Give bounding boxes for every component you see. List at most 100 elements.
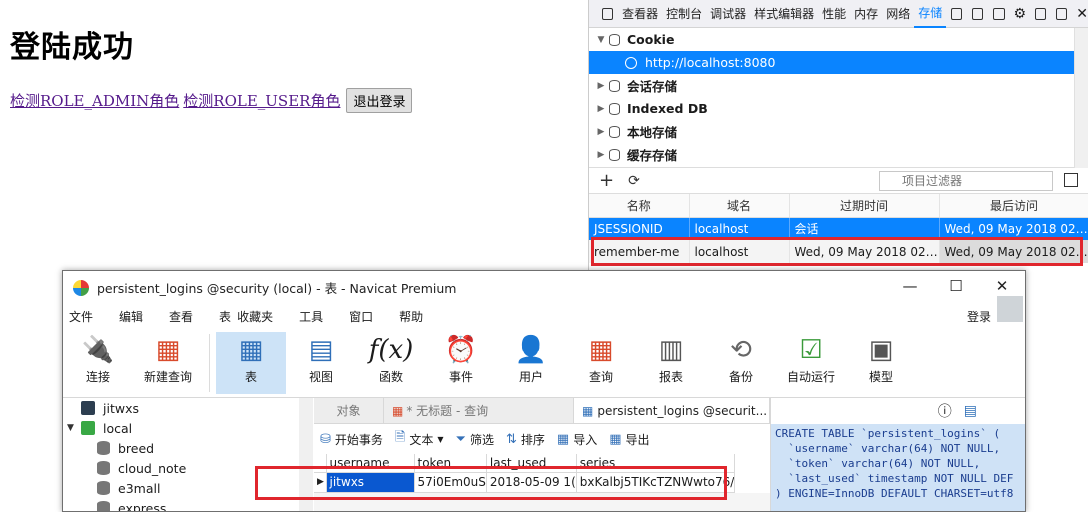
tab-network[interactable]: 网络 [882,0,914,28]
tree-cache-storage[interactable]: ▶ 缓存存储 [589,143,1088,166]
grid-actions: ⛁ 开始事务 🗎 文本 ▼ ⏷ 筛选 ⇅ 排序 ▦ 导入 ▦ 导出 [314,424,770,454]
gear-icon[interactable]: ⚙ [1014,6,1027,22]
event-button[interactable]: ⏰ 事件 [426,332,496,394]
tab-performance[interactable]: 性能 [818,0,850,28]
connect-button[interactable]: 🔌 连接 [63,332,133,394]
chevron-right-icon[interactable]: ▶ [593,127,609,137]
tree-session-storage[interactable]: ▶ 会话存储 [589,74,1088,97]
tree-cookie[interactable]: ▼ Cookie [589,28,1088,51]
dock-icon[interactable] [1035,7,1047,20]
tab-persistent-logins[interactable]: ▦ persistent_logins @securit... [574,398,770,423]
tab-objects[interactable]: 对象 [314,398,384,423]
maximize-icon[interactable]: ☐ [933,277,979,295]
check-admin-role-link[interactable]: 检测ROLE_ADMIN角色 [10,90,179,111]
tab-debugger[interactable]: 调试器 [706,0,750,28]
user-button[interactable]: 👤 用户 [496,332,566,394]
col-expires[interactable]: 过期时间 [789,194,940,218]
tab-storage[interactable]: 存储 [914,0,947,28]
info-icon[interactable]: ⓘ [938,401,952,421]
export-button[interactable]: ▦ 导出 [609,431,649,448]
tree-cookie-host-label: http://localhost:8080 [645,55,776,70]
responsive-icon[interactable] [993,7,1005,20]
query-button[interactable]: ▦ 查询 [566,332,636,394]
report-icon: ▥ [658,335,684,365]
chevron-right-icon[interactable]: ▶ [593,81,609,91]
database-icon [97,481,110,495]
tab-console[interactable]: 控制台 [662,0,706,28]
tree-scrollbar[interactable] [1074,28,1088,168]
minimize-icon[interactable]: — [887,277,933,295]
tree-session-storage-label: 会话存储 [627,79,678,94]
begin-transaction-button[interactable]: ⛁ 开始事务 [320,431,383,448]
menu-tools[interactable]: 工具 [299,308,323,325]
cookie-table-header: 名称 域名 过期时间 最后访问 [589,194,1088,218]
view-button[interactable]: ▤ 视图 [286,332,356,394]
report-button[interactable]: ▥ 报表 [636,332,706,394]
tree-indexed-db[interactable]: ▶ Indexed DB [589,97,1088,120]
model-button[interactable]: ▣ 模型 [846,332,916,394]
window-titlebar[interactable]: persistent_logins @security (local) - 表 … [63,271,1025,304]
chevron-right-icon[interactable]: ▶ [593,150,609,160]
tree-indexed-db-label: Indexed DB [627,101,708,116]
ddl-icon[interactable]: ▤ [964,403,977,419]
filter-button[interactable]: ⏷ 筛选 [456,431,494,448]
login-link[interactable]: 登录 [967,308,991,325]
menu-help[interactable]: 帮助 [399,308,423,325]
menu-table[interactable]: 表 [219,308,231,325]
sidebar-item-local[interactable]: ▼ local [63,418,312,438]
devtools-toolbar: 查看器 控制台 调试器 样式编辑器 性能 内存 网络 存储 ⚙ ✕ [589,0,1088,28]
menu-file[interactable]: 文件 [69,308,93,325]
console-icon[interactable] [972,7,984,20]
layout-icon[interactable] [951,7,963,20]
backup-button[interactable]: ⟲ 备份 [706,332,776,394]
sidebar-item-label: express [118,500,167,512]
tab-inspector[interactable]: 查看器 [618,0,662,28]
close-icon[interactable]: ✕ [979,277,1025,295]
main-toolbar: 🔌 连接 ▦ 新建查询 ▦ 表 ▤ 视图 f(x) 函数 ⏰ 事件 👤 用户 ▦… [63,328,1025,398]
close-icon[interactable]: ✕ [1076,6,1088,22]
filter-input[interactable] [879,171,1053,191]
check-user-role-link[interactable]: 检测ROLE_USER角色 [183,90,340,111]
table-button[interactable]: ▦ 表 [216,332,286,394]
function-button[interactable]: f(x) 函数 [356,332,426,394]
new-query-button[interactable]: ▦ 新建查询 [133,332,203,394]
toolbar-divider [209,334,210,392]
sort-button[interactable]: ⇅ 排序 [506,431,545,448]
chevron-down-icon[interactable]: ▼ [593,35,609,45]
new-query-icon: ▦ [155,335,181,365]
tree-cookie-host[interactable]: http://localhost:8080 [589,51,1088,74]
document-icon: 🗎 [394,430,406,445]
chevron-down-icon[interactable]: ▼ [67,423,81,433]
sidebar-item-express[interactable]: express [63,498,312,512]
menu-edit[interactable]: 编辑 [119,308,143,325]
sidebar-item-breed[interactable]: breed [63,438,312,458]
sidebar-toggle-icon[interactable] [1064,173,1078,187]
col-name[interactable]: 名称 [589,194,690,218]
user-icon: 👤 [514,335,548,365]
automation-button[interactable]: ☑ 自动运行 [776,332,846,394]
pick-element-icon[interactable] [602,7,614,20]
tab-untitled-query[interactable]: ▦ * 无标题 - 查询 [384,398,574,423]
clock-icon: ⏰ [444,335,478,365]
text-button[interactable]: 🗎 文本 ▼ [395,428,444,450]
menu-window[interactable]: 窗口 [349,308,373,325]
add-icon[interactable]: + [599,170,614,191]
tab-memory[interactable]: 内存 [850,0,882,28]
popout-icon[interactable] [1056,7,1068,20]
menu-view[interactable]: 查看 [169,308,193,325]
refresh-icon[interactable]: ⟳ [628,173,640,189]
col-domain[interactable]: 域名 [689,194,790,218]
col-last-access[interactable]: 最后访问 [939,194,1088,218]
chevron-right-icon[interactable]: ▶ [593,104,609,114]
sidebar-item-jitwxs[interactable]: jitwxs [63,398,312,418]
logout-button[interactable]: 退出登录 [346,88,413,113]
funnel-icon: ⏷ [455,431,466,447]
tree-local-storage[interactable]: ▶ 本地存储 [589,120,1088,143]
connection-icon [81,401,95,415]
export-label: 导出 [625,432,650,447]
menu-favorites[interactable]: 收藏夹 [237,308,273,325]
avatar[interactable] [997,296,1023,322]
tab-style-editor[interactable]: 样式编辑器 [750,0,818,28]
highlight-box [255,466,727,500]
import-button[interactable]: ▦ 导入 [557,431,597,448]
